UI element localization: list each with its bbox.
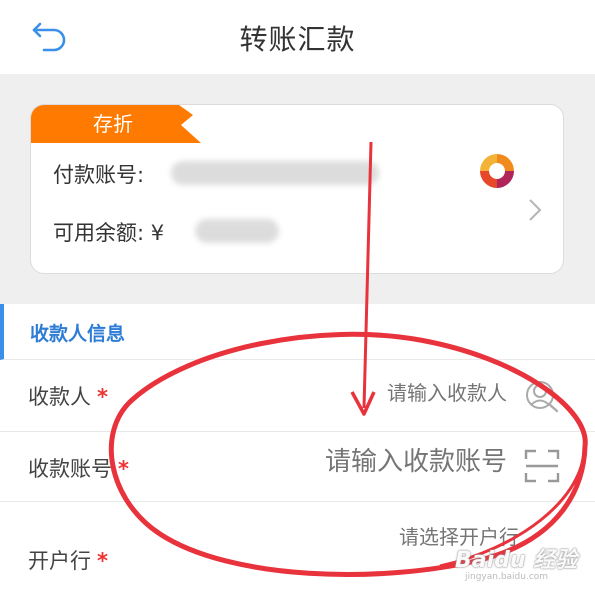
payee-name-row[interactable]: 收款人 * [0,361,595,432]
masked-balance [195,219,279,243]
payee-account-input[interactable] [247,447,507,477]
bank-logo-icon [480,154,514,188]
chevron-right-icon[interactable] [527,197,543,223]
payee-name-input[interactable] [287,381,507,405]
available-balance-label: 可用余额: [53,221,145,245]
contact-search-icon[interactable] [524,379,560,413]
payer-account-row: 付款账号: [53,159,144,189]
payee-info-section: 收款人信息 收款人* 收款账号* 开户行* [0,304,595,594]
page-title: 转账汇款 [239,23,356,56]
available-balance-row: 可用余额: ¥ [53,217,164,247]
bank-branch-row[interactable]: 开户行 * [0,501,595,573]
payer-account-label: 付款账号: [53,163,145,187]
account-type-label: 存折 [93,112,133,136]
currency-symbol: ¥ [150,221,165,245]
nav-header: 转账汇款 [0,0,595,74]
payee-account-row[interactable]: 收款账号 * [0,431,595,502]
payee-account-label: 收款账号 * [28,457,129,481]
payer-account-card[interactable]: 存折 付款账号: 可用余额: ¥ [30,104,564,274]
bank-branch-select[interactable] [319,525,519,549]
bank-branch-label: 开户行 * [28,549,108,573]
section-title: 收款人信息 [30,323,126,345]
payee-name-label: 收款人 * [28,385,108,409]
scan-icon[interactable] [522,447,562,485]
masked-account-number [171,161,379,185]
section-header: 收款人信息 [0,304,595,360]
